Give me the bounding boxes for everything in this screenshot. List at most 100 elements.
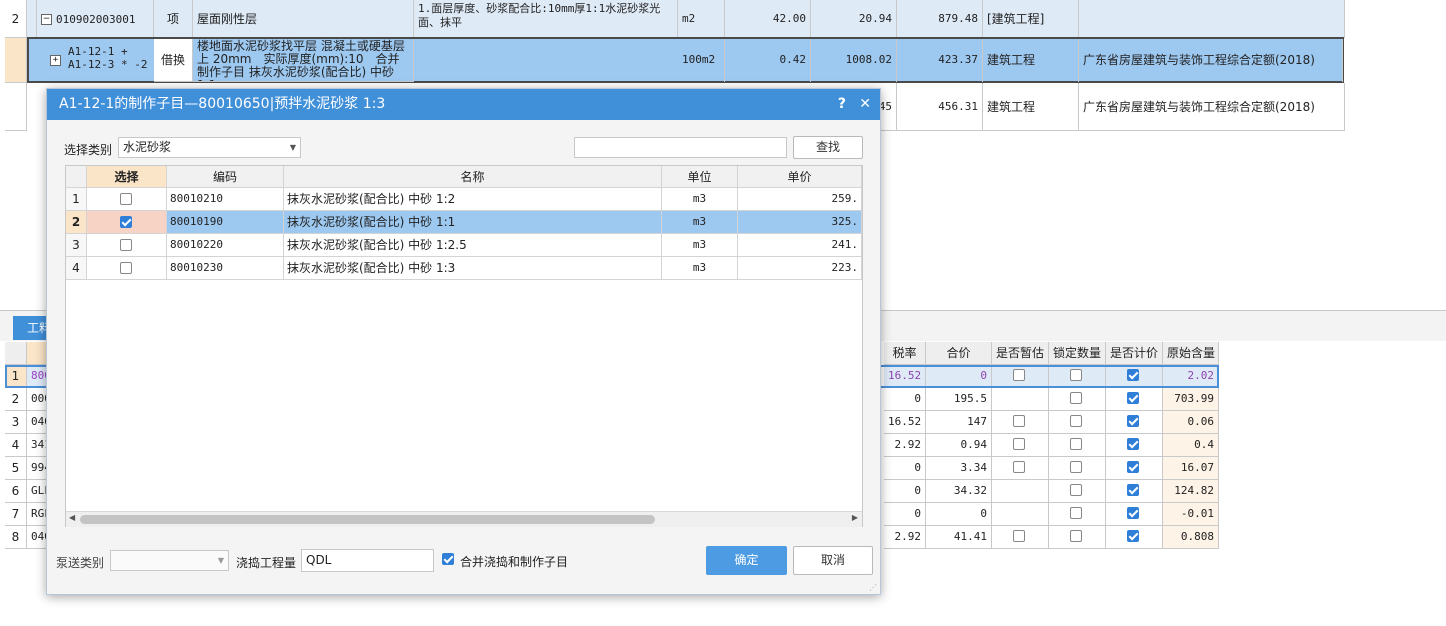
row-marker: [27, 0, 37, 38]
priced-cell[interactable]: [1106, 526, 1163, 549]
close-icon[interactable]: ✕: [859, 89, 871, 120]
lock-cell[interactable]: [1049, 365, 1106, 388]
estimate-cell[interactable]: [992, 480, 1049, 503]
collapse-icon[interactable]: −: [41, 14, 52, 25]
lock-checkbox[interactable]: [1070, 415, 1082, 427]
scrollbar-thumb[interactable]: [80, 515, 655, 524]
estimate-cell[interactable]: [992, 434, 1049, 457]
est-checkbox[interactable]: [1013, 369, 1025, 381]
priced-checkbox[interactable]: [1127, 507, 1139, 519]
select-cell[interactable]: [87, 257, 167, 280]
lock-checkbox[interactable]: [1070, 507, 1082, 519]
select-checkbox[interactable]: [120, 262, 132, 274]
original-cell: 0.06: [1163, 411, 1219, 434]
code-line-1: A1-12-1 +: [68, 45, 128, 58]
lock-cell[interactable]: [1049, 503, 1106, 526]
priced-cell[interactable]: [1106, 457, 1163, 480]
select-checkbox[interactable]: [120, 239, 132, 251]
sub-row-qty: 0.42: [725, 39, 811, 82]
lock-cell[interactable]: [1049, 388, 1106, 411]
pour-quantity-input[interactable]: QDL: [301, 549, 434, 572]
lock-checkbox[interactable]: [1070, 530, 1082, 542]
ok-button[interactable]: 确定: [706, 546, 787, 575]
priced-checkbox[interactable]: [1127, 530, 1139, 542]
total-cell: 147: [926, 411, 992, 434]
row-index: 4: [5, 434, 27, 457]
priced-cell[interactable]: [1106, 411, 1163, 434]
lock-cell[interactable]: [1049, 480, 1106, 503]
resize-grip-icon[interactable]: ⋰: [869, 583, 877, 592]
top-row-code[interactable]: −010902003001: [37, 0, 154, 38]
row-index: 1: [5, 365, 27, 388]
row-index: 8: [5, 526, 27, 549]
est-checkbox[interactable]: [1013, 415, 1025, 427]
price-cell: 223.: [738, 257, 862, 280]
top-row-standard: [1079, 0, 1345, 38]
est-checkbox[interactable]: [1013, 530, 1025, 542]
estimate-cell[interactable]: [992, 388, 1049, 411]
lock-cell[interactable]: [1049, 434, 1106, 457]
original-cell: 0.4: [1163, 434, 1219, 457]
priced-checkbox[interactable]: [1127, 415, 1139, 427]
estimate-cell[interactable]: [992, 457, 1049, 480]
priced-checkbox[interactable]: [1127, 484, 1139, 496]
tax-cell: 16.52: [884, 411, 926, 434]
scroll-right-icon[interactable]: ▶: [852, 513, 858, 522]
row3-standard: 广东省房屋建筑与装饰工程综合定额(2018): [1079, 83, 1345, 131]
search-input[interactable]: [574, 137, 787, 158]
lock-checkbox[interactable]: [1070, 484, 1082, 496]
lock-checkbox[interactable]: [1070, 392, 1082, 404]
priced-cell[interactable]: [1106, 480, 1163, 503]
priced-cell[interactable]: [1106, 365, 1163, 388]
row-index: 5: [5, 457, 27, 480]
select-cell[interactable]: [87, 188, 167, 211]
select-cell[interactable]: [87, 211, 167, 234]
estimate-cell[interactable]: [992, 365, 1049, 388]
pump-select[interactable]: ▼: [110, 550, 229, 571]
header-original: 原始含量: [1163, 342, 1219, 365]
lock-cell[interactable]: [1049, 526, 1106, 549]
priced-cell[interactable]: [1106, 503, 1163, 526]
priced-checkbox[interactable]: [1127, 438, 1139, 450]
code-cell: 80010230: [167, 257, 284, 280]
horizontal-scrollbar[interactable]: ◀ ▶: [66, 511, 862, 527]
help-icon[interactable]: ?: [838, 89, 846, 120]
lock-cell[interactable]: [1049, 457, 1106, 480]
priced-checkbox[interactable]: [1127, 461, 1139, 473]
merge-checkbox[interactable]: [442, 553, 454, 565]
estimate-cell[interactable]: [992, 526, 1049, 549]
header-code: 编码: [167, 166, 284, 188]
lock-cell[interactable]: [1049, 411, 1106, 434]
category-value: 水泥砂浆: [123, 140, 172, 154]
lock-checkbox[interactable]: [1070, 438, 1082, 450]
lock-checkbox[interactable]: [1070, 461, 1082, 473]
priced-cell[interactable]: [1106, 434, 1163, 457]
priced-checkbox[interactable]: [1127, 392, 1139, 404]
total-cell: 34.32: [926, 480, 992, 503]
row-index: [5, 83, 27, 131]
lock-checkbox[interactable]: [1070, 369, 1082, 381]
estimate-cell[interactable]: [992, 411, 1049, 434]
priced-checkbox[interactable]: [1127, 369, 1139, 381]
original-cell: 703.99: [1163, 388, 1219, 411]
select-cell[interactable]: [87, 234, 167, 257]
priced-cell[interactable]: [1106, 388, 1163, 411]
category-select[interactable]: 水泥砂浆 ▼: [118, 137, 301, 158]
grid-corner: [66, 166, 87, 188]
estimate-cell[interactable]: [992, 503, 1049, 526]
row-index: 1: [66, 188, 87, 211]
sub-row-standard: 广东省房屋建筑与装饰工程综合定额(2018): [1079, 39, 1343, 82]
sub-row-code[interactable]: + A1-12-1 + A1-12-3 * -2: [48, 40, 154, 82]
cancel-button[interactable]: 取消: [793, 546, 873, 575]
select-checkbox[interactable]: [120, 193, 132, 205]
original-cell: 2.02: [1163, 365, 1219, 388]
find-button[interactable]: 查找: [793, 136, 863, 159]
scroll-left-icon[interactable]: ◀: [69, 513, 75, 522]
row-index: 2: [5, 0, 27, 38]
select-checkbox[interactable]: [120, 216, 132, 228]
est-checkbox[interactable]: [1013, 438, 1025, 450]
est-checkbox[interactable]: [1013, 461, 1025, 473]
dialog-title: A1-12-1的制作子目—80010650|预拌水泥砂浆 1:3: [59, 96, 386, 112]
expand-icon[interactable]: +: [50, 55, 61, 66]
header-total: 合价: [926, 342, 992, 365]
